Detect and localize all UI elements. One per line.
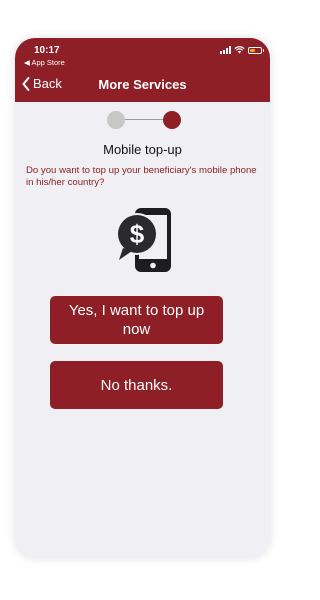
question-text: Do you want to top up your beneficiary's…: [26, 165, 257, 188]
top-bar: 10:17 ◀ App Store Back More Services: [15, 38, 270, 102]
status-icons: [220, 46, 264, 54]
status-time: 10:17: [34, 45, 60, 56]
back-to-app-store-link[interactable]: ◀ App Store: [24, 58, 65, 67]
top-up-now-button[interactable]: Yes, I want to top up now: [50, 296, 223, 344]
wifi-icon: [234, 46, 245, 54]
signal-icon: [220, 46, 231, 54]
battery-icon: [248, 46, 264, 54]
phone-dollar-icon: $: [116, 208, 171, 272]
no-thanks-button[interactable]: No thanks.: [50, 361, 223, 409]
svg-text:$: $: [130, 219, 145, 249]
progress-stepper: [107, 111, 181, 129]
section-heading: Mobile top-up: [103, 142, 182, 157]
step-2-indicator: [163, 111, 181, 129]
page-title: More Services: [98, 77, 187, 92]
step-1-indicator: [107, 111, 125, 129]
phone-screen: 10:17 ◀ App Store Back More Services Mob…: [15, 38, 270, 558]
